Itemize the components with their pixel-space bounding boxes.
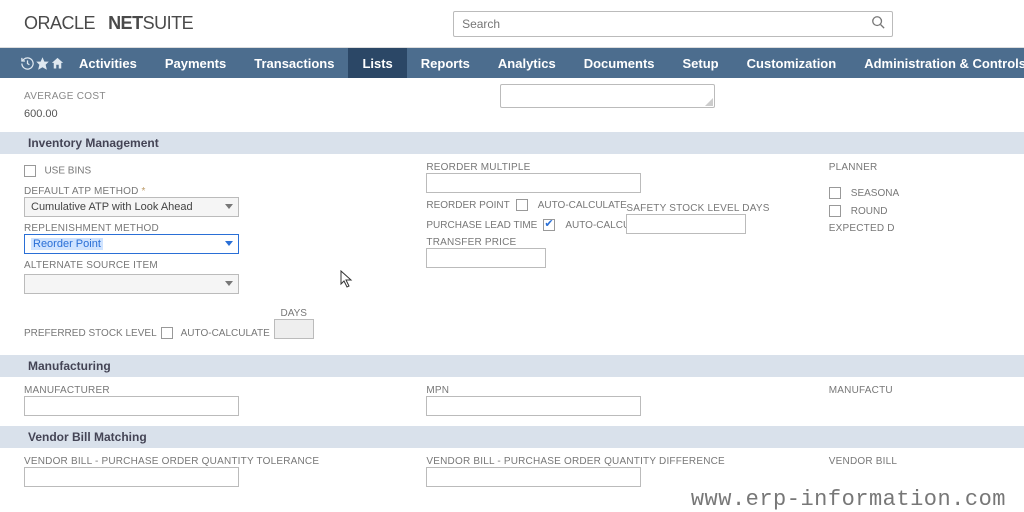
brand-logo: ORACLE NETSUITE [24, 13, 193, 34]
purchase-lead-auto-checkbox[interactable] [543, 219, 555, 231]
pref-stock-auto-checkbox[interactable] [161, 327, 173, 339]
seasonal-label: SEASONA [851, 188, 899, 199]
safety-stock-days-input[interactable] [626, 214, 746, 234]
reorder-multiple-label: REORDER MULTIPLE [426, 162, 828, 173]
section-vendor-bill-matching: Vendor Bill Matching [0, 426, 1024, 448]
section-manufacturing: Manufacturing [0, 355, 1024, 377]
use-bins-label: USE BINS [44, 165, 91, 176]
alternate-source-select[interactable] [24, 274, 239, 294]
nav-customization[interactable]: Customization [733, 48, 851, 78]
nav-documents[interactable]: Documents [570, 48, 669, 78]
vbm-difference-label: VENDOR BILL - PURCHASE ORDER QUANTITY DI… [426, 456, 828, 467]
round-checkbox[interactable] [829, 205, 841, 217]
round-label: ROUND [851, 206, 888, 217]
brand-suite: SUITE [143, 13, 194, 33]
watermark-text: www.erp-information.com [691, 487, 1006, 512]
brand-net: NET [108, 13, 143, 33]
safety-stock-days-label: SAFETY STOCK LEVEL DAYS [626, 203, 769, 214]
section-inventory-management: Inventory Management [0, 132, 1024, 154]
star-icon[interactable] [35, 48, 50, 78]
reorder-point-auto-checkbox[interactable] [516, 199, 528, 211]
alternate-source-label: ALTERNATE SOURCE ITEM [24, 260, 426, 271]
atp-method-label: DEFAULT ATP METHOD [24, 186, 139, 197]
transfer-price-input[interactable] [426, 248, 546, 268]
purchase-lead-label: PURCHASE LEAD TIME [426, 220, 537, 231]
pref-stock-auto-label: AUTO-CALCULATE [181, 328, 270, 339]
reorder-point-label: REORDER POINT [426, 200, 509, 211]
planner-label: PLANNER [829, 162, 1000, 173]
brand-oracle: ORACLE [24, 13, 95, 33]
vbm-tolerance-label: VENDOR BILL - PURCHASE ORDER QUANTITY TO… [24, 456, 426, 467]
use-bins-checkbox[interactable] [24, 165, 36, 177]
search-icon[interactable] [871, 15, 885, 32]
home-icon[interactable] [50, 48, 65, 78]
vbm-cut-label: VENDOR BILL [829, 456, 1000, 467]
history-icon[interactable] [20, 48, 35, 78]
mouse-cursor-icon [340, 270, 354, 291]
seasonal-checkbox[interactable] [829, 187, 841, 199]
resize-handle-icon[interactable] [703, 96, 713, 106]
manufacturer-input[interactable] [24, 396, 239, 416]
manufacture-cut-label: MANUFACTU [829, 385, 1000, 396]
replenishment-method-select[interactable]: Reorder Point [24, 234, 239, 254]
manufacturer-label: MANUFACTURER [24, 385, 426, 396]
average-cost-value: 600.00 [24, 108, 58, 120]
nav-reports[interactable]: Reports [407, 48, 484, 78]
nav-analytics[interactable]: Analytics [484, 48, 570, 78]
average-cost-label: AVERAGE COST [24, 91, 106, 102]
atp-method-select[interactable]: Cumulative ATP with Look Ahead [24, 197, 239, 217]
nav-setup[interactable]: Setup [669, 48, 733, 78]
reorder-multiple-input[interactable] [426, 173, 641, 193]
nav-activities[interactable]: Activities [65, 48, 151, 78]
vbm-difference-input[interactable] [426, 467, 641, 487]
global-search-input[interactable] [453, 11, 893, 37]
nav-transactions[interactable]: Transactions [240, 48, 348, 78]
chevron-down-icon [225, 281, 233, 286]
replenishment-method-value: Reorder Point [31, 238, 103, 250]
expected-demand-label: EXPECTED D [829, 223, 1000, 234]
transfer-price-label: TRANSFER PRICE [426, 237, 828, 248]
vbm-tolerance-input[interactable] [24, 467, 239, 487]
chevron-down-icon [225, 241, 233, 246]
preferred-stock-label: PREFERRED STOCK LEVEL [24, 328, 157, 339]
nav-lists[interactable]: Lists [348, 48, 406, 78]
days-label: DAYS [280, 308, 307, 319]
mpn-label: MPN [426, 385, 828, 396]
nav-admin-controls[interactable]: Administration & Controls [850, 48, 1024, 78]
nav-payments[interactable]: Payments [151, 48, 240, 78]
main-navbar: Activities Payments Transactions Lists R… [0, 48, 1024, 78]
mpn-input[interactable] [426, 396, 641, 416]
atp-method-value: Cumulative ATP with Look Ahead [31, 201, 193, 213]
replenishment-method-label: REPLENISHMENT METHOD [24, 223, 426, 234]
chevron-down-icon [225, 204, 233, 209]
memo-textarea[interactable] [500, 84, 715, 108]
pref-stock-days-input[interactable] [274, 319, 314, 339]
reorder-point-auto-label: AUTO-CALCULATE [538, 200, 627, 211]
